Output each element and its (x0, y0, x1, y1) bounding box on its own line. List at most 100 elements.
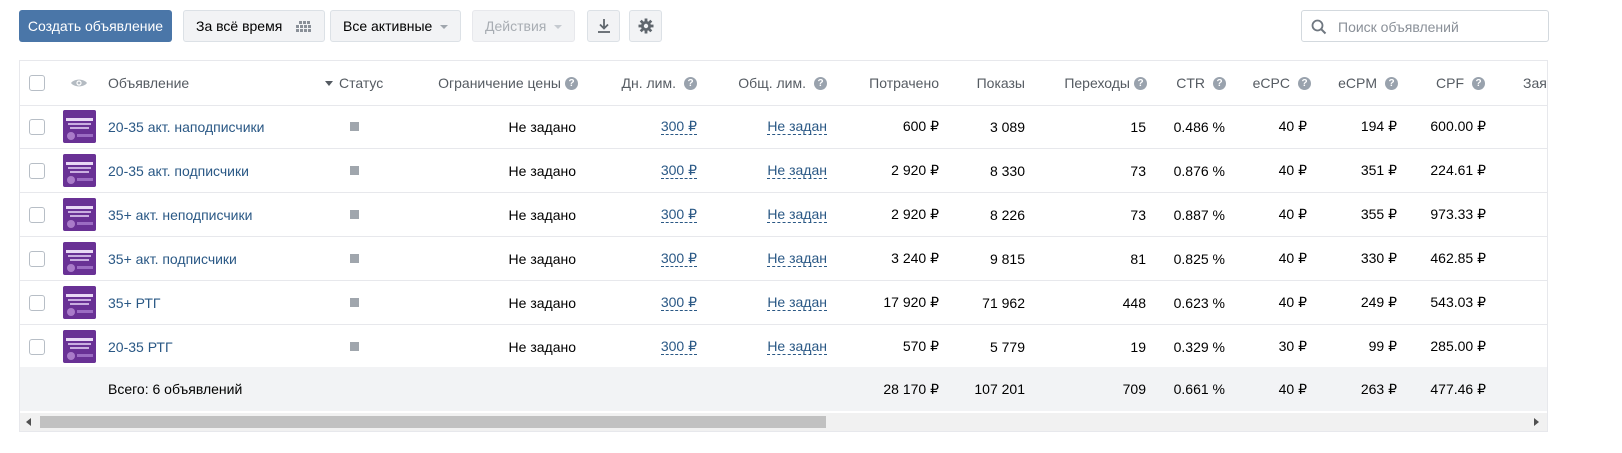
status-cell (350, 105, 359, 148)
spent-cell: 2 920 ₽ (891, 162, 939, 178)
day-limit-value[interactable]: 300 ₽ (660, 118, 697, 135)
col-ecpm[interactable]: eCPM? (1325, 61, 1398, 105)
ecpc-cell: 40 ₽ (1278, 250, 1307, 266)
total-limit-value[interactable]: Не задан (767, 206, 827, 223)
ad-name-link[interactable]: 35+ РТГ (108, 295, 160, 311)
total-limit-cell: Не задан (720, 325, 827, 368)
ad-thumbnail[interactable] (63, 242, 96, 275)
ad-thumbnail[interactable] (63, 286, 96, 319)
total-limit-cell: Не задан (720, 237, 827, 280)
row-checkbox[interactable] (29, 206, 45, 223)
total-limit-value[interactable]: Не задан (767, 250, 827, 267)
col-cpf[interactable]: CPF? (1410, 61, 1485, 105)
col-status-label: Статус (339, 75, 384, 91)
col-next[interactable]: Зая (1523, 61, 1547, 105)
ad-thumbnail[interactable] (63, 330, 96, 363)
help-icon[interactable]: ? (1134, 76, 1147, 90)
total-limit-value[interactable]: Не задан (767, 338, 827, 355)
price-limit-cell: Не задано (508, 206, 576, 223)
period-button[interactable]: За всё время (183, 10, 326, 42)
ad-name-link[interactable]: 20-35 акт. наподписчики (108, 119, 264, 135)
table-row[interactable]: 20-35 РТГ Не задано 300 ₽ Не задан 570 ₽… (20, 325, 1547, 369)
ad-name-link[interactable]: 35+ акт. подписчики (108, 251, 237, 267)
horizontal-scrollbar[interactable] (20, 413, 1547, 431)
help-icon[interactable]: ? (1213, 76, 1226, 90)
table-row[interactable]: 35+ акт. неподписчики Не задано 300 ₽ Не… (20, 193, 1547, 237)
ecpc-cell: 40 ₽ (1278, 206, 1307, 222)
col-total-limit-label: Общ. лим. (738, 75, 806, 91)
ad-name-link[interactable]: 20-35 акт. подписчики (108, 163, 249, 179)
day-limit-cell: 300 ₽ (610, 193, 697, 236)
scroll-right-icon[interactable] (1534, 418, 1539, 426)
row-checkbox[interactable] (29, 294, 45, 311)
scroll-left-icon[interactable] (26, 418, 31, 426)
chevron-down-icon (440, 25, 449, 30)
col-clicks-label: Переходы (1064, 75, 1130, 91)
cpf-cell: 285.00 ₽ (1430, 338, 1486, 354)
help-icon[interactable]: ? (1385, 76, 1398, 90)
actions-dropdown[interactable]: Действия (472, 10, 576, 42)
col-day-limit[interactable]: Дн. лим.? (610, 61, 697, 105)
ad-thumbnail[interactable] (63, 154, 96, 187)
ad-thumbnail[interactable] (63, 110, 96, 143)
col-cpf-label: CPF (1436, 75, 1464, 91)
help-icon[interactable]: ? (684, 76, 697, 90)
impressions-cell: 3 089 (989, 118, 1025, 135)
col-status[interactable]: Статус (325, 61, 383, 105)
cpf-cell: 600.00 ₽ (1430, 118, 1486, 134)
impressions-cell: 8 330 (989, 162, 1025, 179)
table-row[interactable]: 35+ РТГ Не задано 300 ₽ Не задан 17 920 … (20, 281, 1547, 325)
col-impressions[interactable]: Показы (950, 61, 1025, 105)
help-icon[interactable]: ? (565, 76, 578, 90)
col-ecpc[interactable]: eCPC? (1240, 61, 1311, 105)
total-limit-cell: Не задан (720, 193, 827, 236)
ad-thumbnail[interactable] (63, 198, 96, 231)
create-ad-button[interactable]: Создать объявление (19, 10, 172, 42)
day-limit-value[interactable]: 300 ₽ (660, 294, 697, 311)
status-filter-dropdown[interactable]: Все активные (330, 10, 462, 42)
row-checkbox[interactable] (29, 162, 45, 179)
download-button[interactable] (587, 10, 620, 42)
total-ecpc: 40 ₽ (1278, 380, 1307, 397)
help-icon[interactable]: ? (1298, 76, 1311, 90)
ad-thumbnail-cell (63, 193, 96, 236)
select-all-checkbox[interactable] (29, 75, 45, 91)
cpf-cell: 543.03 ₽ (1430, 294, 1486, 310)
day-limit-value[interactable]: 300 ₽ (660, 250, 697, 267)
total-spent: 28 170 ₽ (883, 380, 939, 397)
day-limit-value[interactable]: 300 ₽ (660, 162, 697, 179)
col-price-limit[interactable]: Ограничение цены? (420, 61, 578, 105)
row-checkbox[interactable] (29, 118, 45, 135)
table-row[interactable]: 20-35 акт. подписчики Не задано 300 ₽ Не… (20, 149, 1547, 193)
col-ctr[interactable]: CTR? (1160, 61, 1226, 105)
ad-name-link[interactable]: 35+ акт. неподписчики (108, 207, 252, 223)
table-row[interactable]: 35+ акт. подписчики Не задано 300 ₽ Не з… (20, 237, 1547, 281)
col-clicks[interactable]: Переходы? (1050, 61, 1147, 105)
price-limit-cell: Не задано (508, 294, 576, 311)
period-label: За всё время (196, 18, 283, 34)
day-limit-value[interactable]: 300 ₽ (660, 338, 697, 355)
col-spent[interactable]: Потрачено (850, 61, 939, 105)
row-checkbox[interactable] (29, 250, 45, 267)
search-input[interactable] (1336, 11, 1540, 43)
settings-button[interactable] (629, 10, 662, 42)
col-ad[interactable]: Объявление (108, 61, 189, 105)
total-limit-value[interactable]: Не задан (767, 162, 827, 179)
total-limit-value[interactable]: Не задан (767, 118, 827, 135)
help-icon[interactable]: ? (814, 76, 827, 90)
total-limit-cell: Не задан (720, 105, 827, 148)
ad-thumbnail-cell (63, 281, 96, 324)
ad-name-cell: 20-35 РТГ (108, 325, 173, 368)
ad-name-link[interactable]: 20-35 РТГ (108, 339, 173, 355)
impressions-cell: 71 962 (982, 294, 1025, 311)
ads-table: Объявление Статус Ограничение цены? Дн. … (19, 60, 1548, 432)
eye-icon[interactable] (70, 77, 88, 89)
row-checkbox[interactable] (29, 338, 45, 355)
ad-name-cell: 20-35 акт. подписчики (108, 149, 249, 192)
scrollbar-thumb[interactable] (40, 416, 826, 428)
total-limit-value[interactable]: Не задан (767, 294, 827, 311)
table-row[interactable]: 20-35 акт. наподписчики Не задано 300 ₽ … (20, 105, 1547, 149)
col-total-limit[interactable]: Общ. лим.? (720, 61, 827, 105)
day-limit-value[interactable]: 300 ₽ (660, 206, 697, 223)
help-icon[interactable]: ? (1472, 76, 1485, 90)
